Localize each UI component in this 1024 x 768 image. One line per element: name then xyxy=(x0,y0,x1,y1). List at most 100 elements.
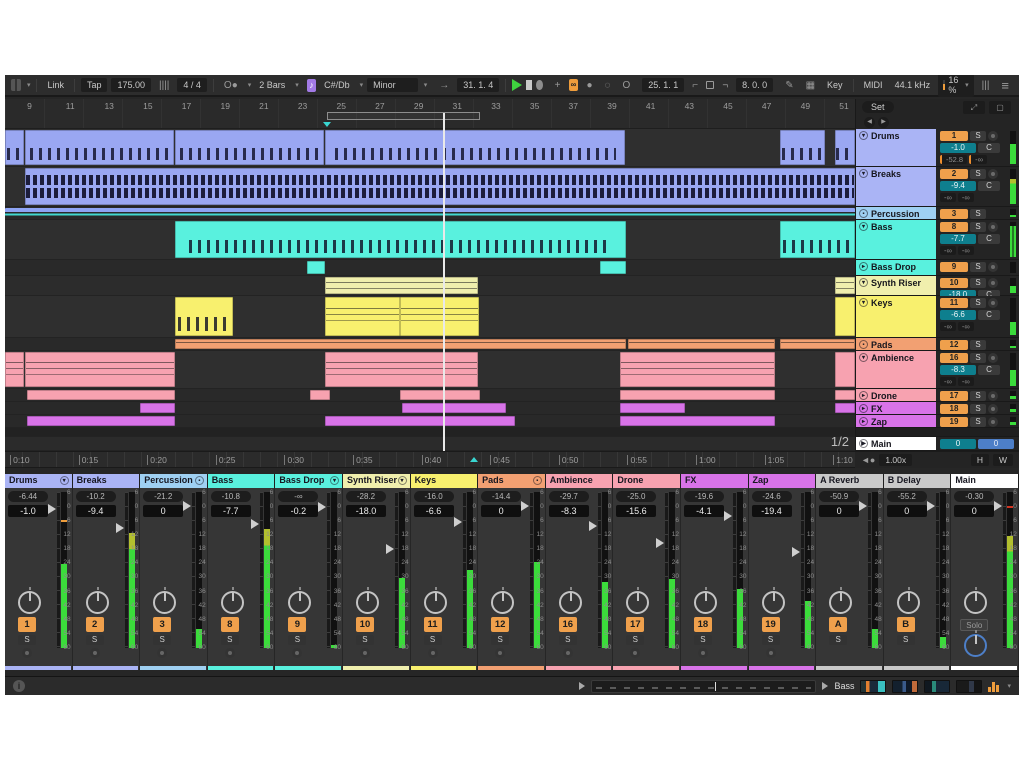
loop-start-marker-icon[interactable] xyxy=(323,122,331,127)
fader-value-field[interactable]: 0 xyxy=(954,505,994,517)
computer-midi-keyboard-icon[interactable]: ▦ xyxy=(802,78,819,93)
peak-level-readout[interactable]: -19.6 xyxy=(684,491,724,502)
track-number-button[interactable]: 18 xyxy=(940,404,968,414)
arrangement-record-button[interactable] xyxy=(536,80,542,90)
pan-knob[interactable] xyxy=(18,591,41,614)
time-ruler[interactable]: 0:100:150:200:250:300:350:400:450:500:55… xyxy=(5,451,855,468)
track-header-synth-riser[interactable]: ▾Synth Riser10S-18.0C xyxy=(856,276,1019,296)
metronome-icon[interactable]: O● xyxy=(220,78,242,93)
solo-button[interactable]: S xyxy=(970,131,986,141)
automation-arm-icon[interactable]: ● xyxy=(582,78,596,93)
arm-button[interactable] xyxy=(988,169,998,179)
play-button[interactable] xyxy=(512,79,522,91)
clip[interactable] xyxy=(325,352,478,387)
peak-level-readout[interactable]: -28.2 xyxy=(346,491,386,502)
clip[interactable] xyxy=(175,339,626,349)
fader-value-field[interactable]: -19.4 xyxy=(752,505,792,517)
track-title-area[interactable]: ▾Breaks xyxy=(856,167,936,206)
pan-field[interactable]: C xyxy=(978,234,1000,244)
fader-lane[interactable] xyxy=(327,492,330,648)
solo-button[interactable]: S xyxy=(970,222,986,232)
arm-button[interactable] xyxy=(988,222,998,232)
arm-button[interactable] xyxy=(157,648,167,658)
punch-out-icon[interactable]: ¬ xyxy=(718,78,732,93)
fader-handle[interactable] xyxy=(927,501,935,511)
fold-arrow-icon[interactable]: ▸ xyxy=(859,262,868,271)
fold-arrow-icon[interactable]: ▾ xyxy=(859,222,868,231)
mixer-tab-fx[interactable]: FX xyxy=(681,474,749,488)
fold-arrow-icon[interactable]: ▾ xyxy=(859,353,868,362)
info-icon[interactable]: i xyxy=(13,680,25,692)
arm-button[interactable] xyxy=(90,648,100,658)
fold-arrow-icon[interactable]: ▪ xyxy=(859,209,868,218)
arm-button[interactable] xyxy=(988,278,998,288)
solo-button[interactable]: Solo xyxy=(960,619,988,631)
clip-play-icon[interactable] xyxy=(579,682,585,690)
solo-button[interactable]: S xyxy=(762,635,780,645)
clip[interactable] xyxy=(25,130,175,165)
track-lane-drums[interactable] xyxy=(5,129,855,167)
pan-field[interactable]: C xyxy=(978,365,1000,375)
pan-knob[interactable] xyxy=(153,591,176,614)
lane-spacer[interactable] xyxy=(5,428,855,437)
track-header-ambience[interactable]: ▾Ambience16S-8.3C-∞-∞ xyxy=(856,351,1019,389)
track-lane-drone[interactable] xyxy=(5,389,855,402)
clip[interactable] xyxy=(307,261,326,274)
fold-arrow-icon[interactable]: ▸ xyxy=(859,391,868,400)
solo-button[interactable]: S xyxy=(970,340,986,350)
fader-lane[interactable] xyxy=(665,492,668,648)
fold-arrow-icon[interactable]: ▪ xyxy=(195,476,204,485)
clip[interactable] xyxy=(400,297,479,336)
fader-value-field[interactable]: 0 xyxy=(481,505,521,517)
arm-button[interactable] xyxy=(988,131,998,141)
track-number-button[interactable]: B xyxy=(897,617,915,632)
pan-knob[interactable] xyxy=(897,591,920,614)
fader-handle[interactable] xyxy=(454,517,462,527)
chevron-down-icon[interactable]: ▾ xyxy=(248,81,252,89)
fader-lane[interactable] xyxy=(463,492,466,648)
solo-button[interactable]: S xyxy=(970,278,986,288)
track-header-main[interactable]: ▶Main00 xyxy=(856,437,1019,451)
fader-handle[interactable] xyxy=(183,501,191,511)
arm-button[interactable] xyxy=(988,391,998,401)
peak-level-readout[interactable]: -∞ xyxy=(278,491,318,502)
loop-switch-icon[interactable] xyxy=(706,81,714,89)
solo-button[interactable]: S xyxy=(153,635,171,645)
clip[interactable] xyxy=(310,390,330,400)
next-locator-button[interactable]: ▶ xyxy=(878,117,889,128)
arm-button[interactable] xyxy=(988,404,998,414)
device-thumbnail[interactable] xyxy=(860,680,886,693)
fader-lane[interactable] xyxy=(125,492,128,648)
track-number-button[interactable]: 11 xyxy=(940,298,968,308)
fader-lane[interactable] xyxy=(395,492,398,648)
clip[interactable] xyxy=(5,352,24,387)
device-thumbnail[interactable] xyxy=(892,680,918,693)
fader-value-field[interactable]: -1.0 xyxy=(8,505,48,517)
track-lane-bass-drop[interactable] xyxy=(5,260,855,276)
reenable-automation-icon[interactable]: O xyxy=(618,78,634,93)
track-number-button[interactable]: 10 xyxy=(940,278,968,288)
scale-name-menu[interactable]: Minor xyxy=(367,78,418,92)
stop-button[interactable] xyxy=(526,80,532,90)
solo-button[interactable]: S xyxy=(897,635,915,645)
fader-handle[interactable] xyxy=(116,523,124,533)
track-number-button[interactable]: 2 xyxy=(86,617,104,632)
mixer-tab-breaks[interactable]: Breaks xyxy=(73,474,141,488)
fader-handle[interactable] xyxy=(859,501,867,511)
mixer-tab-a-reverb[interactable]: A Reverb xyxy=(816,474,884,488)
mixer-tab-drums[interactable]: Drums▾ xyxy=(5,474,73,488)
solo-button[interactable]: S xyxy=(491,635,509,645)
eq-histogram-icon[interactable] xyxy=(988,680,999,692)
mixer-tab-bass[interactable]: Bass xyxy=(208,474,276,488)
clip[interactable] xyxy=(140,403,175,413)
pan-field[interactable]: C xyxy=(978,310,1000,320)
scale-mode-button[interactable]: ♪ xyxy=(307,79,316,92)
fold-arrow-icon[interactable]: ▶ xyxy=(859,439,868,448)
track-header-bass[interactable]: ▾Bass8S-7.7C-∞-∞ xyxy=(856,220,1019,260)
clip[interactable] xyxy=(400,390,480,400)
clip[interactable] xyxy=(5,208,855,218)
fold-arrow-icon[interactable]: ▸ xyxy=(859,404,868,413)
device-thumbnail[interactable] xyxy=(956,680,982,693)
fader-value-field[interactable]: -15.6 xyxy=(616,505,656,517)
punch-in-icon[interactable]: ⌐ xyxy=(688,78,702,93)
